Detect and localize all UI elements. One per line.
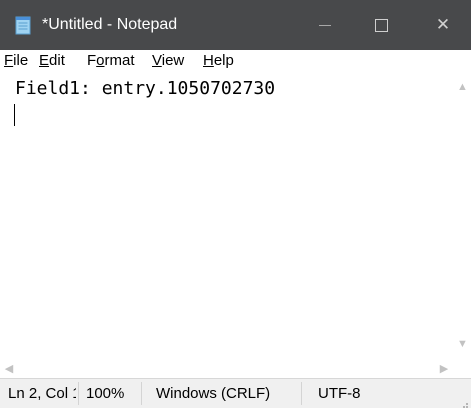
notepad-icon — [13, 15, 33, 35]
scrollbar-corner — [454, 361, 471, 378]
menu-format[interactable]: Format — [87, 52, 135, 70]
vertical-scrollbar[interactable]: ▲ ▼ — [454, 72, 471, 361]
menu-help[interactable]: Help — [203, 52, 234, 70]
menu-edit[interactable]: Edit — [39, 52, 65, 70]
close-button[interactable]: ✕ — [415, 0, 471, 50]
minimize-icon — [319, 24, 331, 26]
window-title: *Untitled - Notepad — [42, 16, 178, 33]
editor-line-1: Field1: entry.1050702730 — [15, 78, 276, 99]
status-cursor-position: Ln 2, Col 1 — [8, 385, 76, 402]
scroll-right-icon[interactable]: ▶ — [437, 363, 451, 375]
resize-grip-icon[interactable] — [459, 396, 469, 408]
status-zoom: 100% — [86, 385, 125, 402]
text-caret — [14, 104, 15, 126]
scroll-down-icon[interactable]: ▼ — [454, 338, 471, 350]
menu-bar: File Edit Format View Help — [0, 50, 471, 72]
scroll-up-icon[interactable]: ▲ — [454, 81, 471, 93]
status-bar: Ln 2, Col 1 100% Windows (CRLF) UTF-8 — [0, 378, 471, 408]
title-bar[interactable]: *Untitled - Notepad ✕ — [0, 0, 471, 50]
notepad-window: *Untitled - Notepad ✕ File Edit Format V… — [0, 0, 471, 408]
menu-file[interactable]: File — [4, 52, 28, 70]
status-divider — [78, 382, 79, 405]
status-divider — [141, 382, 142, 405]
scroll-left-icon[interactable]: ◀ — [2, 363, 16, 375]
horizontal-scrollbar[interactable]: ◀ ▶ — [0, 361, 454, 378]
status-encoding: UTF-8 — [318, 385, 361, 402]
menu-view[interactable]: View — [152, 52, 184, 70]
status-divider — [301, 382, 302, 405]
maximize-button[interactable] — [353, 0, 409, 50]
close-icon: ✕ — [435, 15, 451, 34]
status-line-ending: Windows (CRLF) — [156, 385, 271, 402]
minimize-button[interactable] — [297, 0, 353, 50]
text-editor[interactable]: Field1: entry.1050702730 — [0, 72, 454, 361]
maximize-icon — [374, 18, 388, 32]
